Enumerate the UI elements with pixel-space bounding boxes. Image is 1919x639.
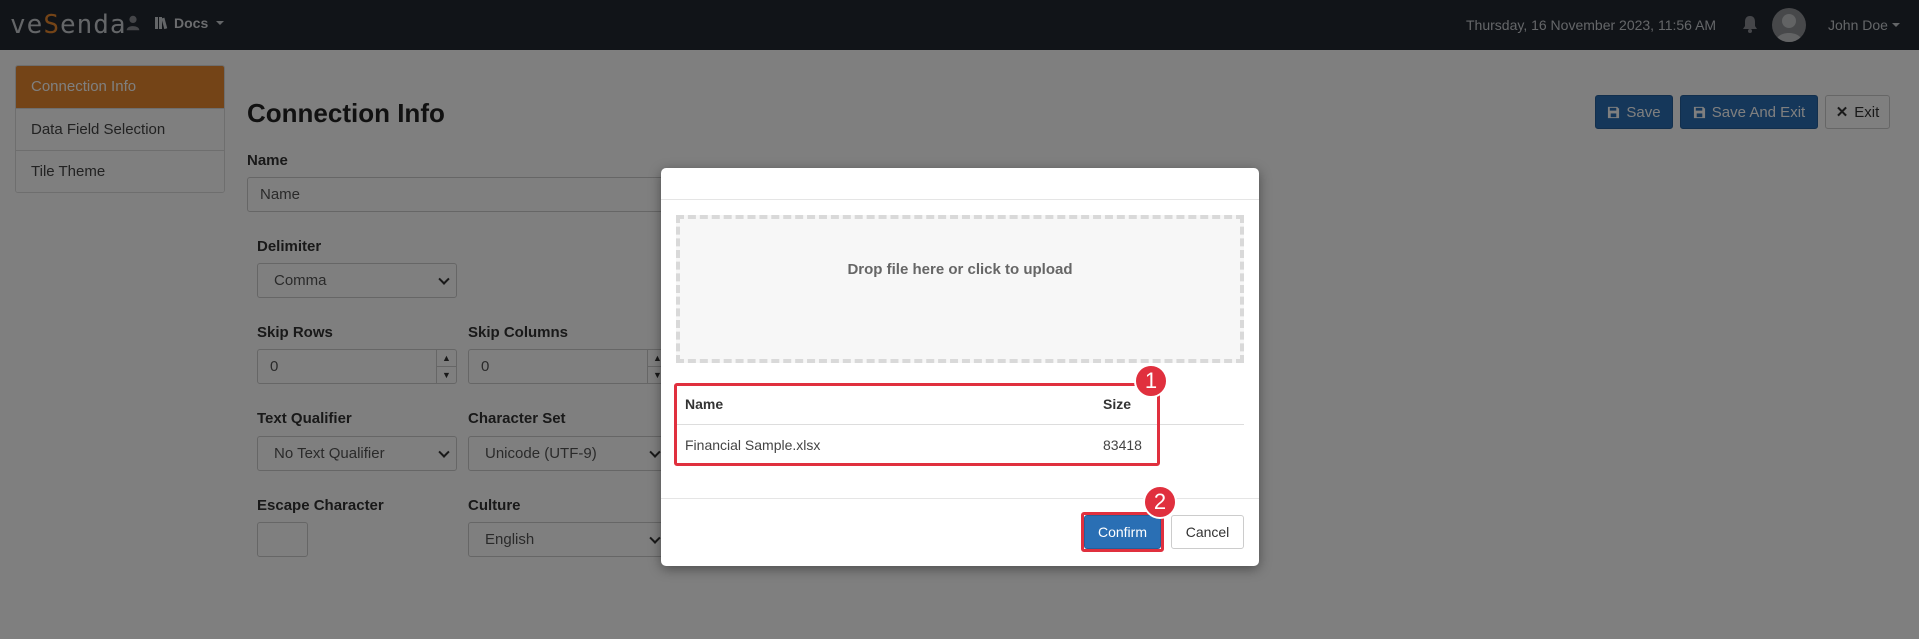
cancel-button[interactable]: Cancel (1171, 515, 1244, 549)
modal-header (661, 168, 1259, 200)
step-badge-2: 2 (1143, 485, 1177, 519)
upload-file-modal: Drop file here or click to upload Name S… (661, 168, 1259, 566)
highlight-box-file-table (674, 383, 1160, 466)
dropzone-text: Drop file here or click to upload (847, 260, 1073, 278)
highlight-box-confirm (1081, 512, 1164, 552)
cancel-button-label: Cancel (1185, 524, 1230, 540)
file-dropzone[interactable]: Drop file here or click to upload (676, 215, 1244, 363)
step-badge-1: 1 (1134, 364, 1168, 398)
